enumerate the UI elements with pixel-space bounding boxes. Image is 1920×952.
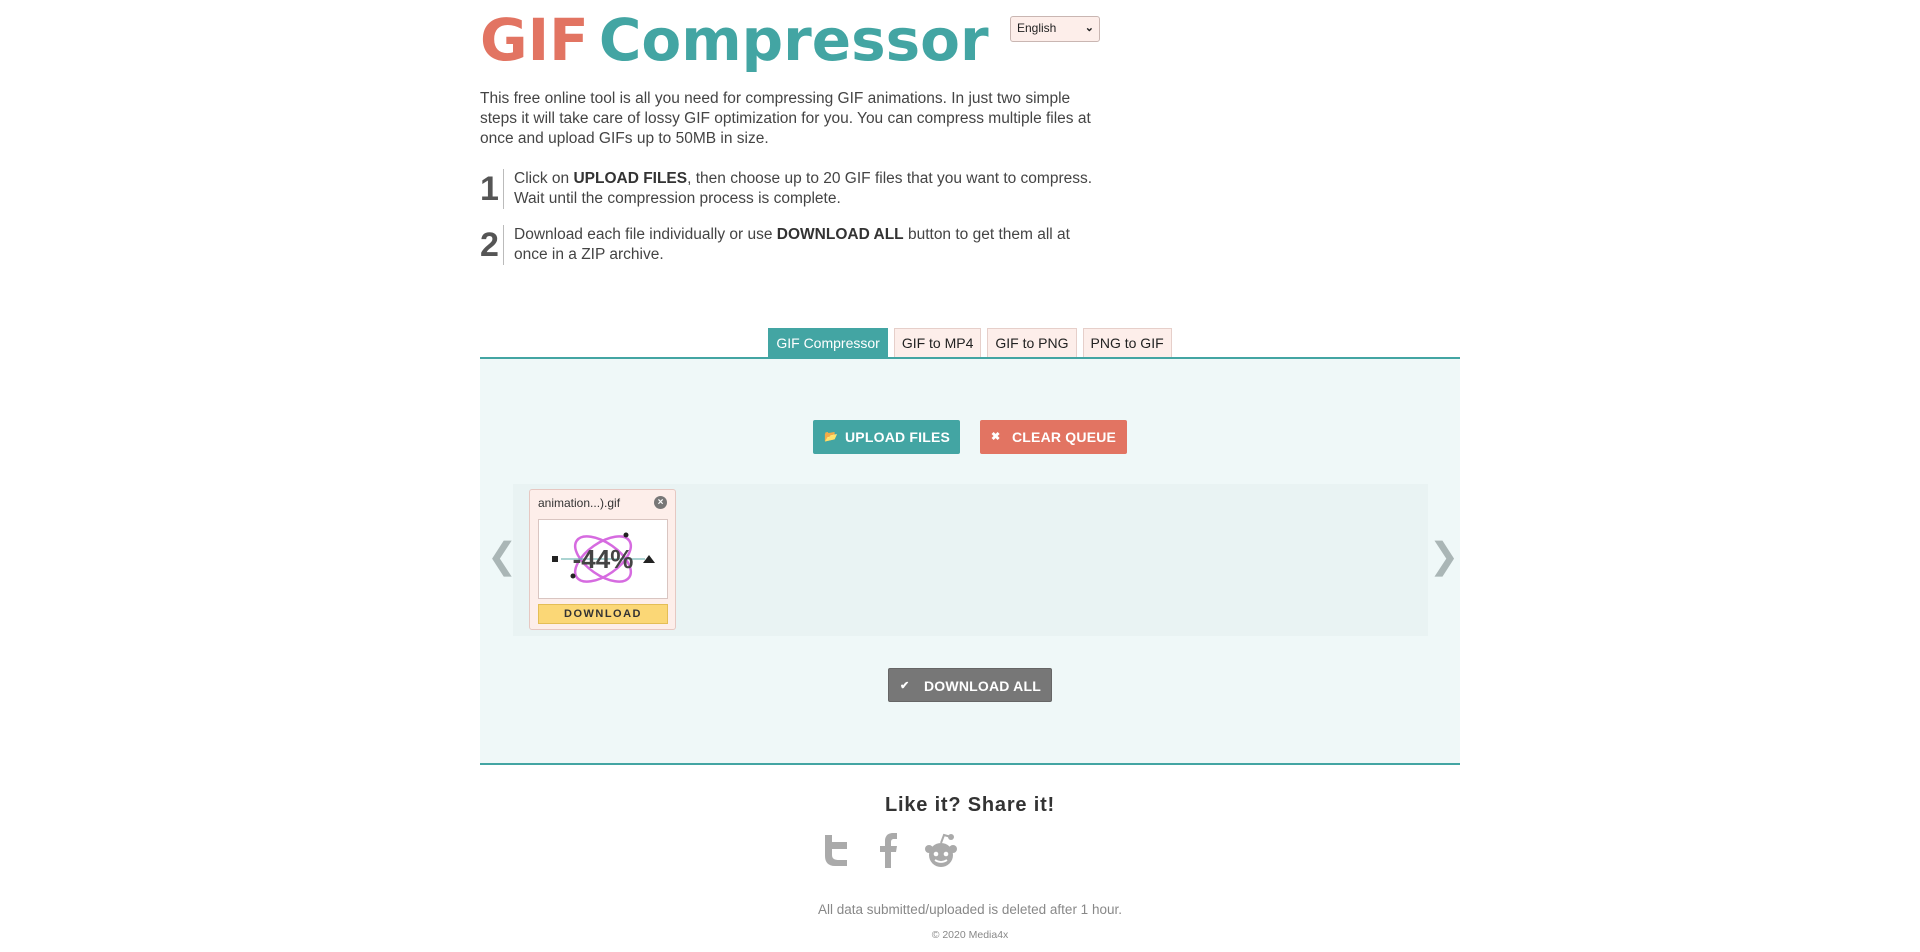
- download-all-button[interactable]: ✔ DOWNLOAD ALL: [888, 668, 1052, 702]
- tab-gif-to-png[interactable]: GIF to PNG: [987, 328, 1077, 357]
- step-divider: [503, 169, 504, 209]
- download-all-label: DOWNLOAD ALL: [924, 678, 1041, 694]
- file-card: animation...).gif × -44% DOWNLOAD: [529, 489, 676, 630]
- file-name: animation...).gif: [538, 496, 621, 510]
- language-select[interactable]: English ⌄: [1010, 16, 1100, 42]
- folder-open-icon: 📂: [824, 431, 838, 443]
- clear-queue-label: CLEAR QUEUE: [1012, 429, 1117, 445]
- privacy-note: All data submitted/uploaded is deleted a…: [818, 902, 1122, 917]
- intro-text: This free online tool is all you need fo…: [480, 90, 1091, 147]
- step-text: Click on UPLOAD FILES, then choose up to…: [514, 170, 1093, 207]
- upload-panel: 📂 UPLOAD FILES ✖ CLEAR QUEUE ❮ ❯ animati…: [480, 357, 1460, 765]
- remove-file-icon[interactable]: ×: [654, 496, 667, 509]
- language-selected-value: English: [1017, 21, 1057, 35]
- site-logo[interactable]: GIF Compressor: [480, 6, 989, 74]
- animation-preview-icon: -44%: [552, 532, 655, 583]
- chevron-left-icon[interactable]: ❮: [487, 536, 517, 576]
- twitter-icon[interactable]: [818, 832, 854, 868]
- reddit-icon[interactable]: [922, 832, 960, 870]
- reduction-percent: -44%: [573, 544, 634, 574]
- facebook-icon[interactable]: [874, 832, 902, 868]
- clear-queue-button[interactable]: ✖ CLEAR QUEUE: [980, 420, 1127, 454]
- tool-tabs: GIF Compressor GIF to MP4 GIF to PNG PNG…: [480, 328, 1460, 357]
- tab-gif-compressor[interactable]: GIF Compressor: [768, 328, 888, 357]
- tab-png-to-gif[interactable]: PNG to GIF: [1082, 328, 1172, 357]
- tab-gif-to-mp4[interactable]: GIF to MP4: [893, 328, 982, 357]
- chevron-right-icon[interactable]: ❯: [1429, 536, 1459, 576]
- step-number: 2: [480, 226, 499, 264]
- logo-gif-text: GIF: [480, 6, 589, 74]
- step-divider: [503, 225, 504, 265]
- file-thumbnail: -44%: [538, 519, 668, 599]
- upload-files-label: UPLOAD FILES: [845, 429, 951, 445]
- step-text: Download each file individually or use D…: [514, 226, 1070, 263]
- logo-compressor-text: Compressor: [598, 6, 989, 74]
- step-number: 1: [480, 170, 499, 208]
- checkmark-icon: ✔: [900, 680, 910, 692]
- share-heading: Like it? Share it!: [885, 794, 1055, 816]
- close-icon: ✖: [991, 431, 1001, 443]
- chevron-down-icon: ⌄: [1084, 22, 1094, 34]
- upload-files-button[interactable]: 📂 UPLOAD FILES: [813, 420, 960, 454]
- copyright-text: © 2020 Media4x: [931, 929, 1009, 941]
- download-file-button[interactable]: DOWNLOAD: [538, 604, 668, 624]
